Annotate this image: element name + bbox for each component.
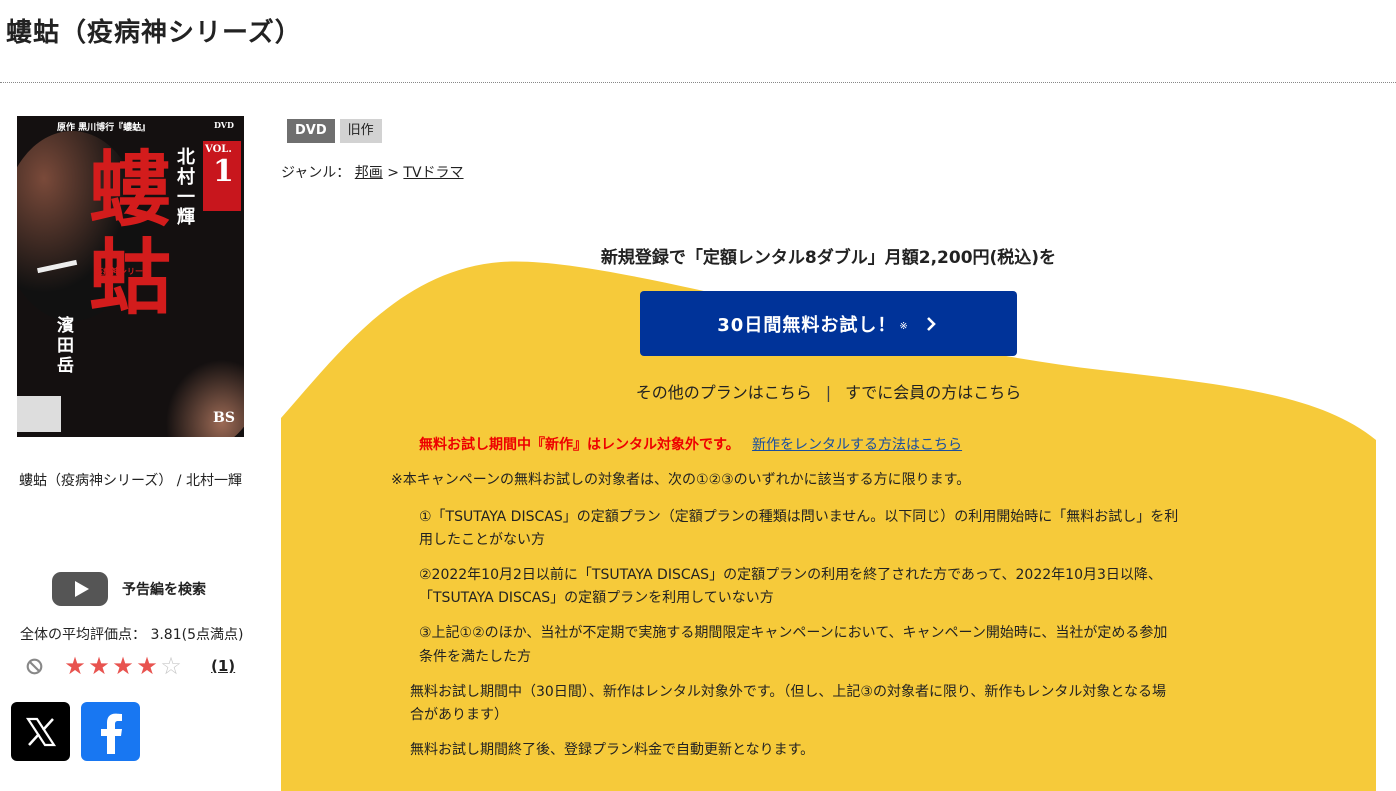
star-filled-icon: ★ xyxy=(112,652,134,680)
trial-note-1-line-2: 合があります） xyxy=(410,707,508,723)
product-caption: 螻蛄（疫病神シリーズ） / 北村一輝 xyxy=(19,473,242,489)
free-trial-button[interactable]: 30日間無料お試し！ ※ xyxy=(640,291,1017,356)
trial-notice: 無料お試し期間中『新作』はレンタル対象外です。 新作をレンタルする方法はこちら xyxy=(419,434,962,454)
term-1-line-1: ①「TSUTAYA DISCAS」の定額プラン（定額プランの種類は問いません。以… xyxy=(419,509,1179,525)
genre-link-tv-drama[interactable]: TVドラマ xyxy=(403,165,463,181)
term-3-line-2: 条件を満たした方 xyxy=(419,649,531,665)
genre-separator: > xyxy=(387,165,399,181)
other-plans-link[interactable]: その他のプランはこちら xyxy=(636,383,812,402)
dvd-cover-image[interactable]: 原作 黒川博行『螻蛄』 DVD VOL. 1 北村一輝 螻蛄 疫病神シリーズ 濱… xyxy=(17,116,244,437)
term-3-line-1: ③上記①②のほか、当社が不定期で実施する期間限定キャンペーンにおいて、キャンペー… xyxy=(419,625,1168,641)
cover-network-text: BS xyxy=(213,410,235,426)
page-title: 螻蛄（疫病神シリーズ） xyxy=(6,18,302,48)
no-entry-icon[interactable] xyxy=(26,658,43,675)
plan-links: その他のプランはこちら | すでに会員の方はこちら xyxy=(281,379,1376,403)
star-rating: ★ ★ ★ ★ ☆ xyxy=(63,652,183,680)
genre-link-japanese-film[interactable]: 邦画 xyxy=(355,165,383,181)
term-1-line-2: 用したことがない方 xyxy=(419,532,545,548)
existing-member-link[interactable]: すでに会員の方はこちら xyxy=(845,383,1021,402)
trailer-search-button[interactable]: 予告編を検索 xyxy=(52,572,206,606)
terms-intro: ※本キャンペーンの無料お試しの対象者は、次の①②③のいずれかに該当する方に限りま… xyxy=(391,472,971,488)
star-filled-icon: ★ xyxy=(88,652,110,680)
promo-headline: 新規登録で「定額レンタル8ダブル」月額2,200円(税込)を xyxy=(600,248,1057,268)
free-trial-label: 30日間無料お試し！ xyxy=(717,314,897,336)
star-empty-icon: ☆ xyxy=(160,652,182,680)
cover-format-text: DVD xyxy=(214,120,234,130)
cover-header-text: 原作 黒川博行『螻蛄』 xyxy=(57,123,151,133)
star-filled-icon: ★ xyxy=(136,652,158,680)
genre-label: ジャンル： xyxy=(281,165,351,181)
cover-series-text: 疫病神シリーズ xyxy=(95,266,151,276)
star-filled-icon: ★ xyxy=(64,652,86,680)
facebook-share-button[interactable] xyxy=(81,702,140,761)
term-2-line-1: ②2022年10月2日以前に「TSUTAYA DISCAS」の定額プランの利用を… xyxy=(419,567,1162,583)
plan-links-separator: | xyxy=(825,383,832,402)
format-badge: DVD xyxy=(287,119,335,143)
x-logo-icon xyxy=(25,717,56,746)
x-share-button[interactable] xyxy=(11,702,70,761)
cover-title-text: 螻蛄 xyxy=(89,142,172,326)
title-divider xyxy=(0,82,1396,83)
facebook-logo-icon xyxy=(100,713,122,754)
trial-note-1-line-1: 無料お試し期間中（30日間）、新作はレンタル対象外です。（但し、上記③の対象者に… xyxy=(410,684,1166,700)
new-release-excluded-notice: 無料お試し期間中『新作』はレンタル対象外です。 xyxy=(419,437,740,453)
badge-list: DVD 旧作 xyxy=(287,119,387,143)
play-video-icon xyxy=(52,572,108,606)
genre-breadcrumb: ジャンル： 邦画 > TVドラマ xyxy=(281,162,464,182)
trial-note-2: 無料お試し期間終了後、登録プラン料金で自動更新となります。 xyxy=(410,742,815,758)
free-trial-note-mark: ※ xyxy=(899,321,908,332)
chevron-right-icon xyxy=(926,316,936,331)
term-2-line-2: 「TSUTAYA DISCAS」の定額プランを利用していない方 xyxy=(419,590,774,606)
cover-cast-1: 北村一輝 xyxy=(177,147,195,228)
cover-cast-2: 濱田岳 xyxy=(57,316,74,376)
average-rating-text: 全体の平均評価点： 3.81(5点満点) xyxy=(20,627,244,643)
rating-row: ★ ★ ★ ★ ☆ (1) xyxy=(26,652,235,680)
review-count-link[interactable]: (1) xyxy=(211,657,235,675)
release-type-badge: 旧作 xyxy=(339,119,382,143)
trailer-search-label: 予告編を検索 xyxy=(122,582,206,598)
new-release-rental-link[interactable]: 新作をレンタルする方法はこちら xyxy=(752,437,962,453)
cover-vol-number: 1 xyxy=(213,154,234,189)
